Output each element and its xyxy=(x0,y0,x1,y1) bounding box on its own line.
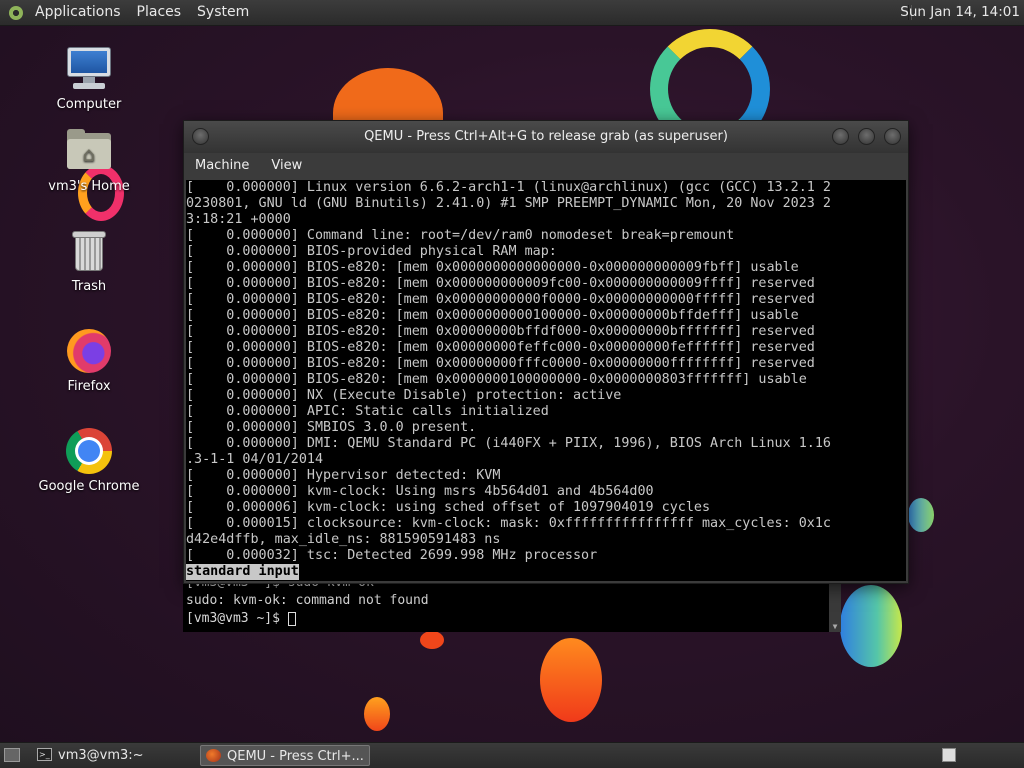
desktop-icon-label: vm3's Home xyxy=(48,179,130,194)
desktop-icon-computer[interactable]: Computer xyxy=(29,45,149,112)
console-line: [ 0.000000] Linux version 6.6.2-arch1-1 … xyxy=(186,180,831,195)
terminal-prompt-line[interactable]: [vm3@vm3 ~]$ xyxy=(183,610,841,628)
console-line: [ 0.000000] BIOS-e820: [mem 0x0000000000… xyxy=(186,276,815,291)
console-line: [ 0.000000] NX (Execute Disable) protect… xyxy=(186,388,622,403)
console-line: .3-1-1 04/01/2014 xyxy=(186,452,324,467)
menu-machine[interactable]: Machine xyxy=(184,153,260,179)
menu-system[interactable]: System xyxy=(189,0,257,25)
wallpaper-small-orange-blob xyxy=(364,697,390,731)
close-button[interactable] xyxy=(884,128,901,145)
qemu-menubar: Machine View xyxy=(184,153,908,179)
taskbar-item-label: vm3@vm3:~ xyxy=(58,748,144,763)
console-highlight-text: standard input xyxy=(186,564,299,580)
wallpaper-blue-blob xyxy=(908,498,934,532)
console-line: [ 0.000000] BIOS-e820: [mem 0x0000000000… xyxy=(186,292,815,307)
scroll-down-icon[interactable]: ▼ xyxy=(829,622,841,632)
desktop-icon-label: Firefox xyxy=(67,379,111,394)
console-line: [ 0.000000] SMBIOS 3.0.0 present. xyxy=(186,420,477,435)
console-line: [ 0.000000] BIOS-e820: [mem 0x0000000000… xyxy=(186,308,799,323)
desktop-icon-firefox[interactable]: Firefox xyxy=(29,327,149,394)
wallpaper-tiny-blob xyxy=(420,631,444,649)
console-line: [ 0.000000] BIOS-e820: [mem 0x0000000000… xyxy=(186,260,799,275)
taskbar-item-qemu[interactable]: QEMU - Press Ctrl+... xyxy=(200,745,370,766)
terminal-line: sudo: kvm-ok: command not found xyxy=(186,593,429,608)
desktop-icon-label: Google Chrome xyxy=(38,479,140,494)
qemu-window-title: QEMU - Press Ctrl+Alt+G to release grab … xyxy=(364,129,728,144)
menu-places[interactable]: Places xyxy=(129,0,190,25)
taskbar-item-label: QEMU - Press Ctrl+... xyxy=(227,749,364,764)
terminal-cursor xyxy=(287,611,296,626)
console-line: [ 0.000000] BIOS-e820: [mem 0x00000000fe… xyxy=(186,340,815,355)
console-line: [ 0.000000] BIOS-provided physical RAM m… xyxy=(186,244,557,259)
show-desktop-icon[interactable] xyxy=(4,748,20,762)
console-line: [ 0.000000] BIOS-e820: [mem 0x0000000100… xyxy=(186,372,807,387)
top-panel: Applications Places System Sun Jan 14, 1… xyxy=(0,0,1024,26)
firefox-icon xyxy=(65,327,113,375)
wallpaper-green-blob xyxy=(840,585,902,667)
desktop-icon-label: Trash xyxy=(71,279,107,294)
console-line: [ 0.000015] clocksource: kvm-clock: mask… xyxy=(186,516,831,531)
bottom-panel: >_ vm3@vm3:~ QEMU - Press Ctrl+... xyxy=(0,742,1024,768)
terminal-prompt: [vm3@vm3 ~]$ xyxy=(186,611,288,626)
maximize-button[interactable] xyxy=(858,128,875,145)
console-line: [ 0.000000] BIOS-e820: [mem 0x00000000bf… xyxy=(186,324,815,339)
console-line: [ 0.000000] DMI: QEMU Standard PC (i440F… xyxy=(186,436,831,451)
chrome-icon xyxy=(65,427,113,475)
trash-icon xyxy=(65,227,113,275)
qemu-titlebar[interactable]: QEMU - Press Ctrl+Alt+G to release grab … xyxy=(184,121,908,153)
console-highlight-line: standard input xyxy=(186,564,906,580)
workspace-switcher-icon[interactable] xyxy=(942,748,956,762)
console-line: [ 0.000006] kvm-clock: using sched offse… xyxy=(186,500,711,515)
wallpaper-red-blob xyxy=(540,638,602,722)
clock[interactable]: Sun Jan 14, 14:01 xyxy=(900,0,1020,25)
console-line: [ 0.000000] kvm-clock: Using msrs 4b564d… xyxy=(186,484,654,499)
console-line: [ 0.000000] Hypervisor detected: KVM xyxy=(186,468,501,483)
menu-view[interactable]: View xyxy=(260,153,313,179)
minimize-button[interactable] xyxy=(832,128,849,145)
desktop-icon-chrome[interactable]: Google Chrome xyxy=(29,427,149,494)
qemu-window[interactable]: QEMU - Press Ctrl+Alt+G to release grab … xyxy=(183,120,909,584)
distro-logo-icon[interactable] xyxy=(9,5,23,20)
desktop-icon-home[interactable]: ⌂ vm3's Home xyxy=(29,127,149,194)
window-menu-button[interactable] xyxy=(192,128,209,145)
qemu-icon xyxy=(206,749,221,762)
taskbar-item-terminal[interactable]: >_ vm3@vm3:~ xyxy=(32,745,197,766)
vm-console-screen[interactable]: [ 0.000000] Linux version 6.6.2-arch1-1 … xyxy=(186,180,906,581)
console-line: 0230801, GNU ld (GNU Binutils) 2.41.0) #… xyxy=(186,196,831,211)
console-line: [ 0.000000] BIOS-e820: [mem 0x00000000ff… xyxy=(186,356,815,371)
desktop-icon-trash[interactable]: Trash xyxy=(29,227,149,294)
computer-icon xyxy=(65,45,113,93)
console-line: [ 0.000000] Command line: root=/dev/ram0… xyxy=(186,228,735,243)
menu-applications[interactable]: Applications xyxy=(27,0,129,25)
home-folder-icon: ⌂ xyxy=(65,127,113,175)
desktop-icon-label: Computer xyxy=(56,97,122,112)
console-line: 3:18:21 +0000 xyxy=(186,212,291,227)
console-line: d42e4dffb, max_idle_ns: 881590591483 ns xyxy=(186,532,501,547)
console-line: [ 0.000000] APIC: Static calls initializ… xyxy=(186,404,549,419)
terminal-icon: >_ xyxy=(37,748,52,761)
console-line: [ 0.000032] tsc: Detected 2699.998 MHz p… xyxy=(186,548,598,563)
